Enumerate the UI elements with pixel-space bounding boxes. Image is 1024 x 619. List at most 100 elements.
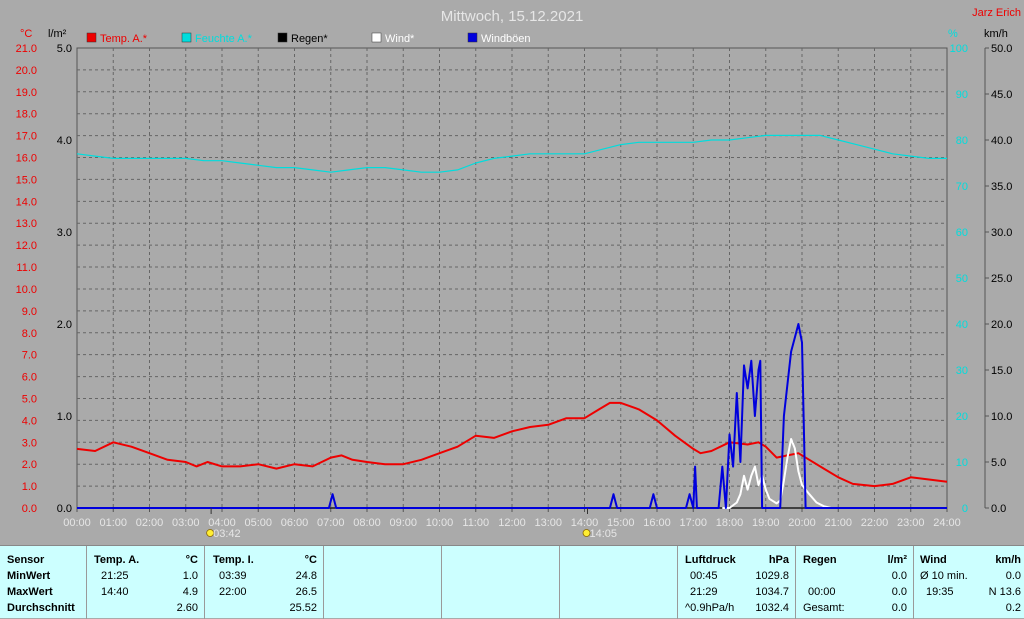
temp-i-avg: 25.52	[289, 602, 317, 614]
temp-tick-label: 19.0	[16, 87, 37, 99]
empty-column-3	[560, 546, 678, 619]
x-tick-label: 11:00	[462, 517, 489, 529]
temp-tick-label: 10.0	[16, 284, 37, 296]
temp-tick-label: 21.0	[16, 43, 37, 55]
wind-avg-value: 0.0	[1005, 570, 1021, 582]
humidity-tick-label: 90	[956, 89, 968, 101]
wind-axis-unit: km/h	[984, 28, 1008, 40]
x-tick-label: 00:00	[63, 517, 91, 529]
owner-label: Jarz Erich	[972, 7, 1021, 19]
x-tick-label: 13:00	[534, 517, 562, 529]
wind-tick-label: 35.0	[991, 181, 1012, 193]
rain-value-1: 0.0	[891, 570, 907, 582]
temp-axis-unit: °C	[20, 28, 32, 40]
wind-max-time: 19:35	[926, 586, 954, 598]
humidity-tick-label: 40	[956, 319, 968, 331]
humidity-tick-label: 20	[956, 411, 968, 423]
pressure-trend: ^0.9hPa/h	[685, 602, 735, 614]
temp-tick-label: 12.0	[16, 240, 37, 252]
x-tick-label: 03:00	[172, 517, 200, 529]
legend-swatch-0	[86, 32, 97, 43]
chart-title: Mittwoch, 15.12.2021	[441, 8, 584, 25]
humidity-tick-label: 0	[962, 503, 968, 515]
temp-tick-label: 7.0	[22, 350, 37, 362]
temp-i-min: 24.8	[295, 570, 317, 582]
temp-i-max: 26.5	[295, 586, 317, 598]
temp-tick-label: 16.0	[16, 153, 37, 165]
rain-axis-unit: l/m²	[48, 28, 67, 40]
wind-tick-label: 0.0	[991, 503, 1006, 515]
temp-a-min: 1.0	[182, 570, 198, 582]
humidity-tick-label: 70	[956, 181, 968, 193]
temp-tick-label: 1.0	[22, 481, 37, 493]
rain-value-2: 0.0	[891, 586, 907, 598]
x-tick-label: 06:00	[281, 517, 309, 529]
temp-tick-label: 17.0	[16, 131, 37, 143]
rain-tick-label: 3.0	[57, 227, 72, 239]
temp-tick-label: 8.0	[22, 328, 37, 340]
x-tick-label: 21:00	[824, 517, 852, 529]
sun-marker-label-1: 14:05	[590, 528, 618, 540]
x-tick-label: 20:00	[788, 517, 816, 529]
rain-tick-label: 5.0	[57, 43, 72, 55]
temp-tick-label: 11.0	[16, 262, 37, 274]
temp-tick-label: 0.0	[22, 503, 37, 515]
temp-a-min-time: 21:25	[101, 570, 129, 582]
humidity-tick-label: 50	[956, 273, 968, 285]
legend-swatch-3	[371, 32, 382, 43]
wind-tick-label: 5.0	[991, 457, 1006, 469]
legend-swatch-1	[181, 32, 192, 43]
rain-total-label: Gesamt:	[803, 602, 845, 614]
pressure-max-time: 21:29	[690, 586, 718, 598]
pressure-column: Luftdruck hPa 00:45 1029.8 21:29 1034.7 …	[678, 546, 796, 619]
wind-column: Wind km/h Ø 10 min. 0.0 19:35 N 13.6 0.2	[914, 546, 1024, 619]
wind-tick-label: 50.0	[991, 43, 1012, 55]
pressure-header: Luftdruck	[685, 554, 736, 566]
temp-i-header: Temp. I.	[213, 554, 254, 566]
temp-a-header: Temp. A.	[94, 554, 140, 566]
x-tick-label: 24:00	[933, 517, 961, 529]
x-tick-label: 12:00	[498, 517, 526, 529]
pressure-min-time: 00:45	[690, 570, 718, 582]
pressure-trend-value: 1032.4	[755, 602, 789, 614]
legend-label-4: Windböen	[481, 33, 531, 45]
temp-i-unit: °C	[304, 554, 317, 566]
stats-table: Sensor MinWert MaxWert Durchschnitt Temp…	[0, 545, 1024, 619]
x-tick-label: 07:00	[317, 517, 345, 529]
legend-label-2: Regen*	[291, 33, 328, 45]
x-tick-label: 17:00	[679, 517, 707, 529]
temp-a-max: 4.9	[182, 586, 198, 598]
temp-tick-label: 3.0	[22, 437, 37, 449]
x-tick-label: 09:00	[389, 517, 417, 529]
empty-column-2	[442, 546, 560, 619]
x-tick-label: 16:00	[643, 517, 671, 529]
temp-a-avg: 2.60	[176, 602, 198, 614]
rain-time-2: 00:00	[808, 586, 836, 598]
empty-column-1	[324, 546, 442, 619]
temp-tick-label: 15.0	[16, 174, 37, 186]
pressure-min: 1029.8	[755, 570, 789, 582]
legend-swatch-2	[277, 32, 288, 43]
x-tick-label: 05:00	[244, 517, 272, 529]
pressure-unit: hPa	[768, 554, 789, 566]
x-tick-label: 08:00	[353, 517, 381, 529]
legend-label-0: Temp. A.*	[100, 33, 148, 45]
sensor-column: Sensor MinWert MaxWert Durchschnitt	[0, 546, 87, 619]
x-tick-label: 23:00	[897, 517, 925, 529]
wind-tick-label: 10.0	[991, 411, 1012, 423]
wind-header: Wind	[920, 554, 947, 566]
temp-tick-label: 18.0	[16, 109, 37, 121]
legend-label-1: Feuchte A.*	[195, 33, 253, 45]
temp-tick-label: 6.0	[22, 372, 37, 384]
x-tick-label: 10:00	[426, 517, 454, 529]
x-tick-label: 18:00	[716, 517, 744, 529]
temp-tick-label: 20.0	[16, 65, 37, 77]
wind-tick-label: 40.0	[991, 135, 1012, 147]
temp-i-max-time: 22:00	[219, 586, 247, 598]
wind-tick-label: 20.0	[991, 319, 1012, 331]
humidity-tick-label: 100	[950, 43, 968, 55]
rain-total-value: 0.0	[891, 602, 907, 614]
sun-marker-label-0: 03:42	[213, 528, 241, 540]
durchschnitt-label: Durchschnitt	[7, 602, 75, 614]
humidity-tick-label: 60	[956, 227, 968, 239]
